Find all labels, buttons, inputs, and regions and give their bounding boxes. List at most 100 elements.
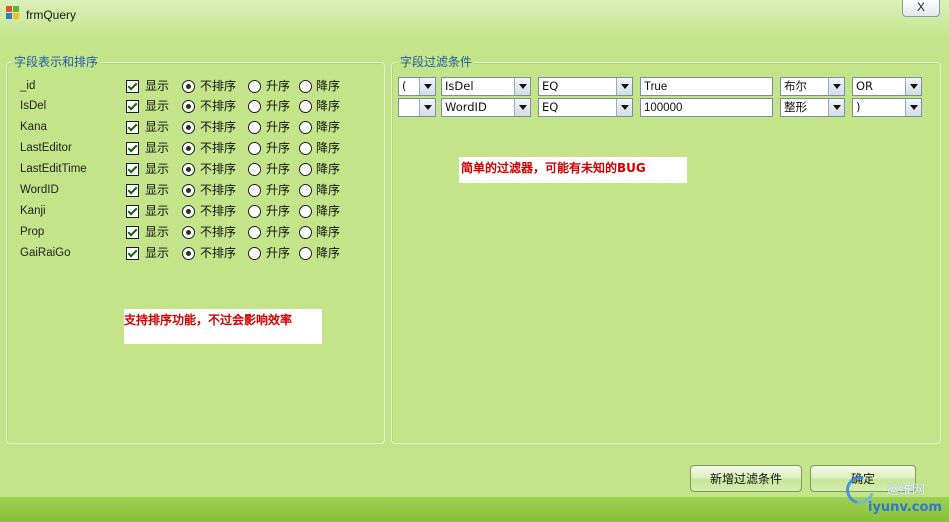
show-label[interactable]: 显示 <box>145 76 169 96</box>
no-sort-label[interactable]: 不排序 <box>200 201 236 221</box>
show-checkbox[interactable] <box>126 226 139 239</box>
ascending-label[interactable]: 升序 <box>266 117 290 137</box>
show-label[interactable]: 显示 <box>145 117 169 137</box>
open-paren-combo[interactable] <box>398 98 436 117</box>
show-checkbox[interactable] <box>126 142 139 155</box>
filter-group-box <box>391 62 941 444</box>
open-paren-combo[interactable]: ( <box>398 77 436 96</box>
operator-combo[interactable]: EQ <box>538 77 633 96</box>
show-checkbox[interactable] <box>126 247 139 260</box>
show-label[interactable]: 显示 <box>145 138 169 158</box>
descending-label[interactable]: 降序 <box>316 222 340 242</box>
show-checkbox[interactable] <box>126 121 139 134</box>
dropdown-button[interactable] <box>514 99 530 116</box>
no-sort-radio[interactable] <box>182 205 195 218</box>
field-combo[interactable]: IsDel <box>441 77 531 96</box>
no-sort-label[interactable]: 不排序 <box>200 117 236 137</box>
value-type-combo[interactable]: 布尔 <box>780 77 845 96</box>
dropdown-button[interactable] <box>616 78 632 95</box>
dropdown-button[interactable] <box>905 99 921 116</box>
dropdown-button[interactable] <box>419 78 435 95</box>
show-label[interactable]: 显示 <box>145 159 169 179</box>
ascending-radio[interactable] <box>248 163 261 176</box>
no-sort-radio[interactable] <box>182 80 195 93</box>
no-sort-label[interactable]: 不排序 <box>200 243 236 263</box>
no-sort-radio[interactable] <box>182 226 195 239</box>
ascending-radio[interactable] <box>248 184 261 197</box>
show-label[interactable]: 显示 <box>145 222 169 242</box>
ascending-radio[interactable] <box>248 247 261 260</box>
descending-radio[interactable] <box>299 226 312 239</box>
logic-combo[interactable]: ) <box>852 98 922 117</box>
ascending-label[interactable]: 升序 <box>266 96 290 116</box>
ascending-label[interactable]: 升序 <box>266 180 290 200</box>
descending-radio[interactable] <box>299 247 312 260</box>
ascending-label[interactable]: 升序 <box>266 201 290 221</box>
operator-combo[interactable]: EQ <box>538 98 633 117</box>
ascending-radio[interactable] <box>248 226 261 239</box>
ascending-label[interactable]: 升序 <box>266 76 290 96</box>
no-sort-radio[interactable] <box>182 142 195 155</box>
value-type-combo[interactable]: 整形 <box>780 98 845 117</box>
ascending-label[interactable]: 升序 <box>266 159 290 179</box>
no-sort-label[interactable]: 不排序 <box>200 138 236 158</box>
no-sort-label[interactable]: 不排序 <box>200 222 236 242</box>
descending-label[interactable]: 降序 <box>316 243 340 263</box>
show-label[interactable]: 显示 <box>145 243 169 263</box>
show-checkbox[interactable] <box>126 80 139 93</box>
descending-label[interactable]: 降序 <box>316 76 340 96</box>
ascending-radio[interactable] <box>248 80 261 93</box>
descending-label[interactable]: 降序 <box>316 180 340 200</box>
show-checkbox[interactable] <box>126 205 139 218</box>
show-label[interactable]: 显示 <box>145 201 169 221</box>
descending-label[interactable]: 降序 <box>316 117 340 137</box>
ascending-label[interactable]: 升序 <box>266 222 290 242</box>
dropdown-button[interactable] <box>828 99 844 116</box>
field-name-label: WordID <box>20 184 59 196</box>
dropdown-button[interactable] <box>616 99 632 116</box>
close-button[interactable]: X <box>902 0 940 17</box>
descending-radio[interactable] <box>299 163 312 176</box>
descending-radio[interactable] <box>299 184 312 197</box>
no-sort-label[interactable]: 不排序 <box>200 180 236 200</box>
dropdown-button[interactable] <box>828 78 844 95</box>
chevron-down-icon <box>519 84 527 89</box>
ascending-radio[interactable] <box>248 100 261 113</box>
filter-value-input[interactable] <box>640 77 773 96</box>
ascending-radio[interactable] <box>248 142 261 155</box>
show-checkbox[interactable] <box>126 100 139 113</box>
dropdown-button[interactable] <box>905 78 921 95</box>
dropdown-button[interactable] <box>419 99 435 116</box>
no-sort-radio[interactable] <box>182 163 195 176</box>
ascending-label[interactable]: 升序 <box>266 243 290 263</box>
dropdown-button[interactable] <box>514 78 530 95</box>
descending-radio[interactable] <box>299 205 312 218</box>
filter-value-input[interactable] <box>640 98 773 117</box>
add-filter-button[interactable]: 新增过滤条件 <box>690 465 802 492</box>
descending-label[interactable]: 降序 <box>316 96 340 116</box>
descending-label[interactable]: 降序 <box>316 138 340 158</box>
show-label[interactable]: 显示 <box>145 180 169 200</box>
no-sort-label[interactable]: 不排序 <box>200 76 236 96</box>
no-sort-radio[interactable] <box>182 100 195 113</box>
show-checkbox[interactable] <box>126 184 139 197</box>
descending-radio[interactable] <box>299 100 312 113</box>
field-combo[interactable]: WordID <box>441 98 531 117</box>
ascending-radio[interactable] <box>248 121 261 134</box>
descending-label[interactable]: 降序 <box>316 201 340 221</box>
no-sort-radio[interactable] <box>182 121 195 134</box>
logic-combo[interactable]: OR <box>852 77 922 96</box>
show-label[interactable]: 显示 <box>145 96 169 116</box>
no-sort-radio[interactable] <box>182 247 195 260</box>
descending-radio[interactable] <box>299 80 312 93</box>
no-sort-label[interactable]: 不排序 <box>200 159 236 179</box>
descending-radio[interactable] <box>299 142 312 155</box>
ascending-label[interactable]: 升序 <box>266 138 290 158</box>
sort-row: WordID 显示 不排序 升序 降序 <box>20 180 370 200</box>
descending-radio[interactable] <box>299 121 312 134</box>
ascending-radio[interactable] <box>248 205 261 218</box>
descending-label[interactable]: 降序 <box>316 159 340 179</box>
no-sort-radio[interactable] <box>182 184 195 197</box>
show-checkbox[interactable] <box>126 163 139 176</box>
no-sort-label[interactable]: 不排序 <box>200 96 236 116</box>
